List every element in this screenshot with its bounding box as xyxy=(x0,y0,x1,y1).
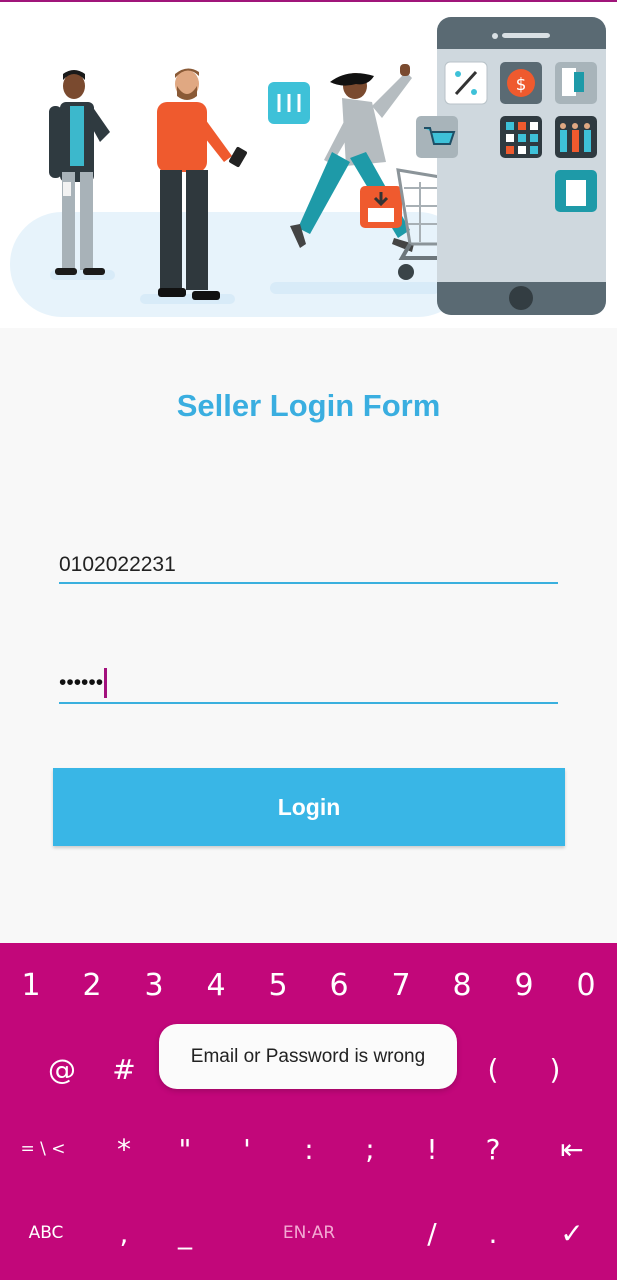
key-5[interactable]: 5 xyxy=(250,955,306,1015)
key-3[interactable]: 3 xyxy=(126,955,182,1015)
password-mask: •••••• xyxy=(59,670,104,694)
key-semicolon[interactable]: ; xyxy=(342,1119,398,1179)
key-open-paren[interactable]: ( xyxy=(465,1039,521,1099)
key-abc[interactable]: ABC xyxy=(18,1203,74,1263)
key-6[interactable]: 6 xyxy=(311,955,367,1015)
key-at[interactable]: @ xyxy=(34,1039,90,1099)
backspace-icon[interactable]: ⇤ xyxy=(544,1119,600,1179)
key-period[interactable]: . xyxy=(465,1203,521,1263)
key-exclamation[interactable]: ! xyxy=(404,1119,460,1179)
key-1[interactable]: 1 xyxy=(3,955,59,1015)
key-hash[interactable]: # xyxy=(96,1039,152,1099)
password-input[interactable]: •••••• xyxy=(59,663,558,704)
error-toast: Email or Password is wrong xyxy=(159,1024,457,1089)
key-slash[interactable]: / xyxy=(404,1203,460,1263)
key-8[interactable]: 8 xyxy=(434,955,490,1015)
key-close-paren[interactable]: ) xyxy=(527,1039,583,1099)
key-colon[interactable]: : xyxy=(281,1119,337,1179)
keyboard: 1 2 3 4 5 6 7 8 9 0 @ # ( ) = \ < * " ' … xyxy=(0,943,617,1280)
key-more-symbols[interactable]: = \ < xyxy=(15,1119,71,1179)
page-title: Seller Login Form xyxy=(176,388,441,423)
hero-illustration: $ xyxy=(0,2,617,328)
key-0[interactable]: 0 xyxy=(558,955,614,1015)
key-7[interactable]: 7 xyxy=(373,955,429,1015)
key-4[interactable]: 4 xyxy=(188,955,244,1015)
space-key-language[interactable]: EN·AR xyxy=(266,1203,352,1263)
key-comma[interactable]: , xyxy=(96,1203,152,1263)
phone-input[interactable] xyxy=(59,548,558,584)
text-cursor xyxy=(104,667,108,698)
login-button[interactable]: Login xyxy=(53,768,565,846)
svg-text:$: $ xyxy=(516,75,527,95)
key-double-quote[interactable]: " xyxy=(157,1119,213,1179)
key-asterisk[interactable]: * xyxy=(96,1119,152,1179)
done-check-icon[interactable]: ✓ xyxy=(544,1203,600,1263)
key-9[interactable]: 9 xyxy=(496,955,552,1015)
key-single-quote[interactable]: ' xyxy=(219,1119,275,1179)
key-underscore[interactable]: _ xyxy=(157,1203,213,1263)
key-question[interactable]: ? xyxy=(465,1119,521,1179)
key-2[interactable]: 2 xyxy=(64,955,120,1015)
